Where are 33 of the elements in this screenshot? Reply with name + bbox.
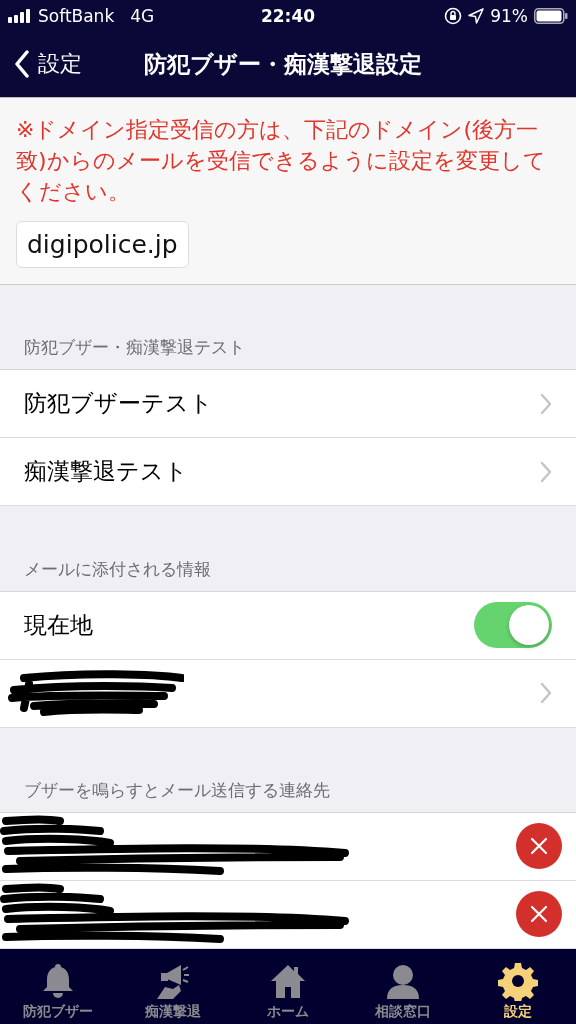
tab-item[interactable]: 相談窓口 [345,948,461,1024]
setting-label: 現在地 [24,610,93,640]
delete-button[interactable] [516,891,562,938]
section-header: ブザーを鳴らすとメール送信する連絡先 [24,778,330,802]
chevron-icon [540,460,552,483]
domain-label: digipolice.jp [16,221,189,268]
screen-title: 防犯ブザー・痴漢撃退設定 [144,49,422,79]
list-item[interactable]: 防犯ブザーテスト [24,388,213,420]
chevron-icon [540,392,552,415]
settings-icon [498,961,539,1001]
close-icon [529,836,549,857]
notice-text: ※ドメイン指定受信の方は、下記のドメイン(後方一致)からのメールを受信できるように設定を変更してください。 [16,116,547,206]
tab-item[interactable]: ホーム [230,948,346,1024]
tab-item[interactable]: 設定 [460,948,576,1024]
delete-button[interactable] [516,823,562,870]
location-arrow-icon [468,7,485,24]
back-button[interactable]: 設定 [0,49,82,80]
close-icon [529,904,549,925]
back-chevron-icon [14,50,30,79]
clock-time: 22:40 [260,5,316,26]
battery-percent: 91% [490,5,528,26]
chevron-icon [540,682,552,704]
list-item[interactable]: 痴漢撃退テスト [24,456,188,488]
section-header: メールに添付される情報 [24,557,211,581]
carrier-name: SoftBank [38,5,115,26]
network-type: 4G [130,5,155,26]
battery-icon [534,7,568,24]
tab-item[interactable]: 痴漢撃退 [115,948,231,1024]
section-header: 防犯ブザー・痴漢撃退テスト [24,336,245,360]
toggle-switch[interactable] [474,602,552,648]
signal-icon [8,8,32,23]
rotation-lock-icon [444,6,463,25]
tab-item[interactable]: 防犯ブザー [0,948,116,1024]
